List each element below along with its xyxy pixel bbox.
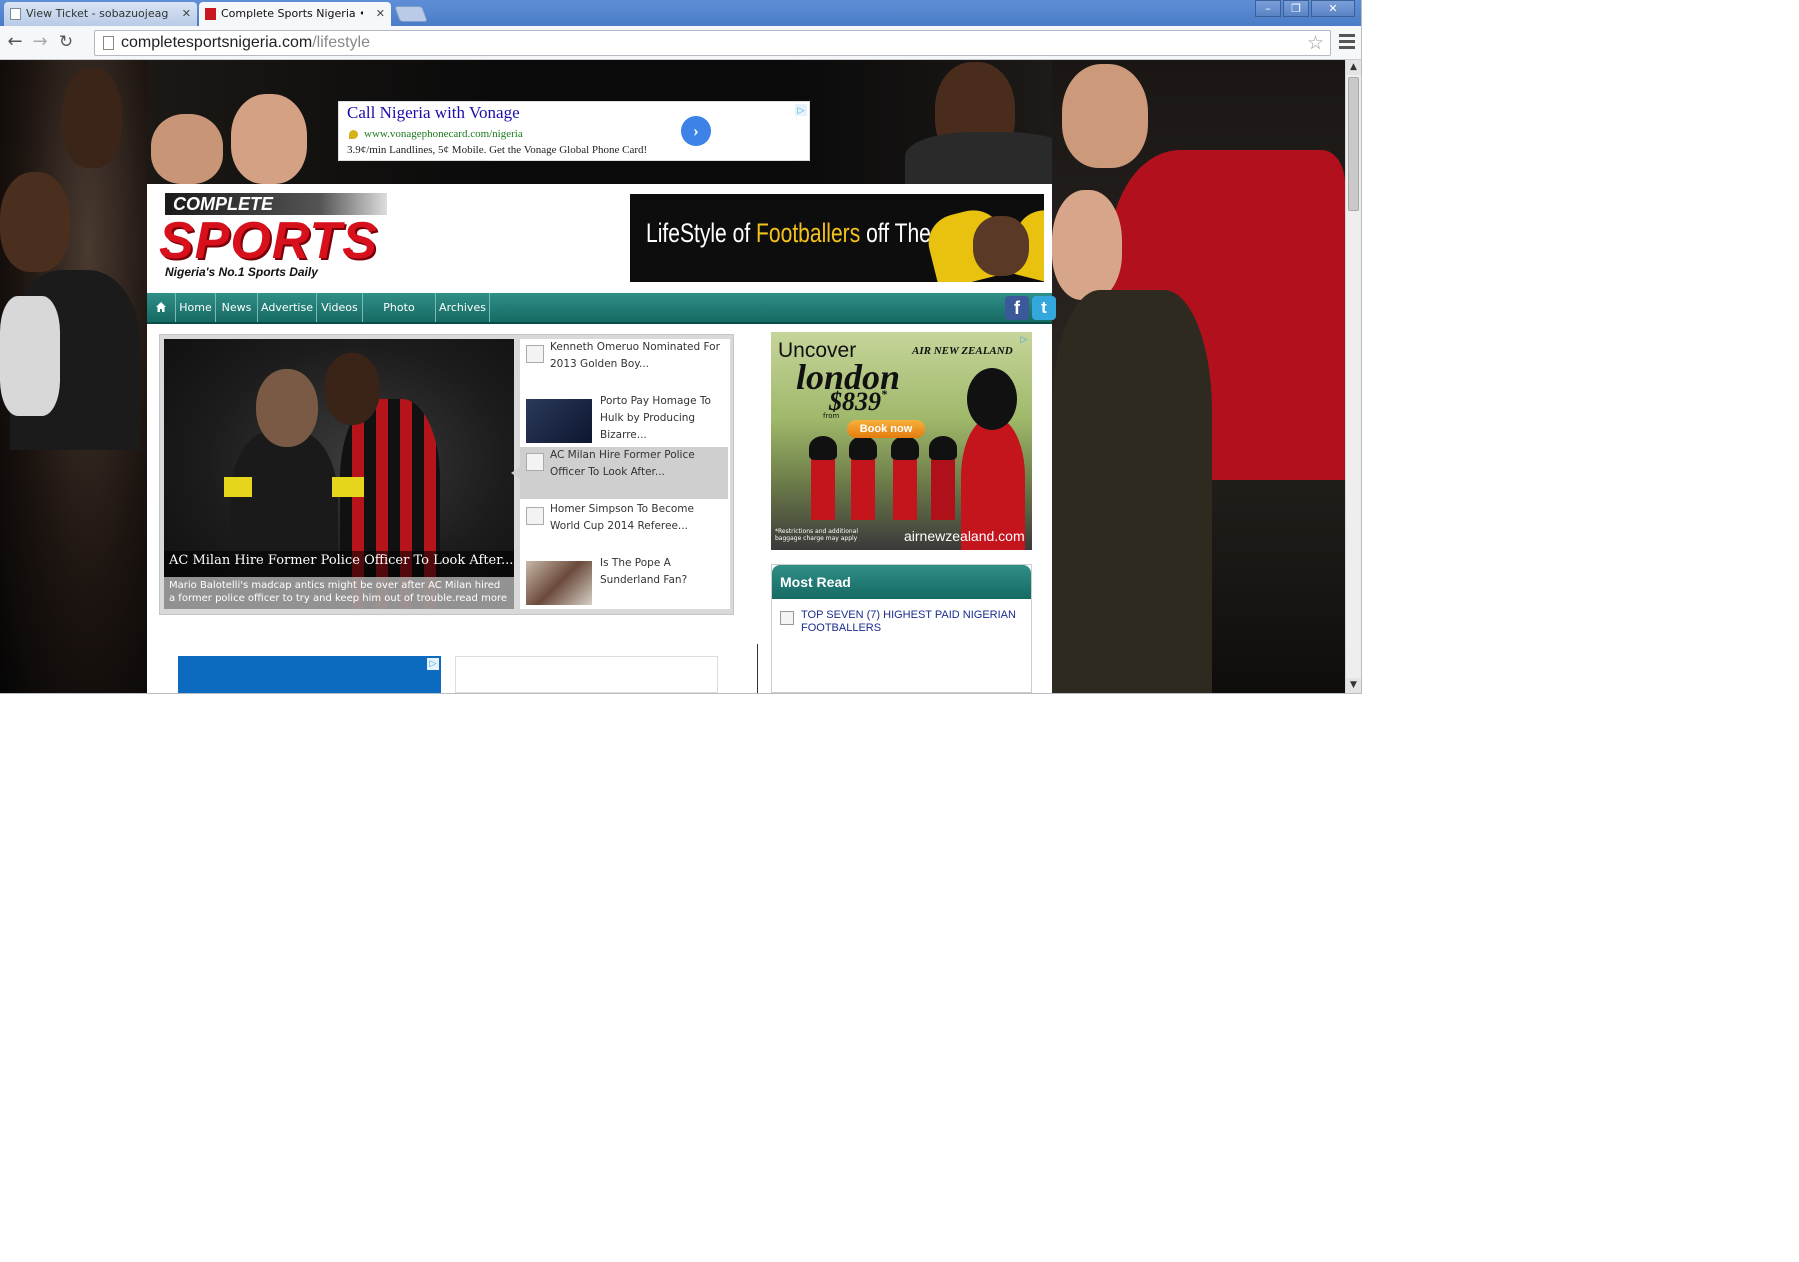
page-viewport: Call Nigeria with Vonage www.vonagephone…: [0, 60, 1345, 693]
broken-image-icon: [526, 453, 544, 471]
forward-arrow-icon[interactable]: →: [29, 32, 51, 54]
site-logo[interactable]: COMPLETE SPORTS Nigeria's No.1 Sports Da…: [157, 193, 407, 279]
most-read-link[interactable]: TOP SEVEN (7) HIGHEST PAID NIGERIAN FOOT…: [801, 609, 1021, 635]
most-read-heading: Most Read: [772, 565, 1031, 599]
new-tab-button[interactable]: [394, 6, 428, 22]
ad-fine-print: *Restrictions and additional baggage cha…: [775, 528, 859, 542]
scroll-thumb[interactable]: [1348, 77, 1359, 211]
slider-item[interactable]: Kenneth Omeruo Nominated For 2013 Golden…: [520, 339, 728, 389]
site-container: COMPLETE SPORTS Nigeria's No.1 Sports Da…: [147, 184, 1056, 693]
back-arrow-icon[interactable]: ←: [4, 32, 26, 54]
nav-archives[interactable]: Archives: [436, 293, 490, 322]
thumbnail-image: [526, 561, 592, 605]
slider-item[interactable]: Is The Pope A Sunderland Fan?: [520, 555, 728, 607]
adchoices-icon[interactable]: ▷: [1018, 334, 1030, 346]
broken-image-icon: [526, 507, 544, 525]
vonage-text-ad[interactable]: Call Nigeria with Vonage www.vonagephone…: [338, 101, 810, 161]
logo-tagline: Nigeria's No.1 Sports Daily: [165, 265, 318, 279]
tab-strip: View Ticket - sobazuojeagb ✕ Complete Sp…: [0, 0, 1361, 26]
lifestyle-banner: LifeStyle of Footballers off The Pitch: [630, 194, 1044, 282]
window-controls: – ❐ ✕: [1255, 0, 1355, 18]
broken-image-icon: [780, 611, 794, 625]
url-text[interactable]: completesportsnigeria.com/lifestyle: [121, 34, 370, 52]
featured-image[interactable]: AC Milan Hire Former Police Officer To L…: [164, 339, 514, 609]
nav-videos[interactable]: Videos: [317, 293, 363, 322]
ad-from-text: from: [823, 412, 840, 420]
scroll-up-arrow-icon[interactable]: ▲: [1346, 60, 1361, 75]
background-players-left: [0, 60, 147, 693]
thumbnail-image: [526, 399, 592, 443]
twitter-icon[interactable]: t: [1032, 296, 1056, 320]
sports-favicon-icon: [205, 8, 216, 20]
air-new-zealand-ad[interactable]: Uncover london $839* from AIR NEW ZEALAN…: [771, 332, 1032, 550]
close-window-button[interactable]: ✕: [1311, 0, 1355, 17]
slider-item[interactable]: Homer Simpson To Become World Cup 2014 R…: [520, 501, 728, 551]
scroll-down-arrow-icon[interactable]: ▼: [1346, 678, 1361, 693]
menu-icon[interactable]: [1339, 34, 1355, 52]
nav-advertise[interactable]: Advertise: [258, 293, 317, 322]
ad-description: 3.9¢/min Landlines, 5¢ Mobile. Get the V…: [347, 144, 648, 156]
adchoices-icon[interactable]: ▷: [427, 658, 439, 670]
featured-description: Mario Balotelli's madcap antics might be…: [164, 577, 514, 609]
vertical-scrollbar[interactable]: ▲ ▼: [1345, 60, 1361, 693]
main-nav: Home News Advertise Videos Photo gallery…: [147, 293, 1056, 343]
slider-item[interactable]: Porto Pay Homage To Hulk by Producing Bi…: [520, 393, 728, 445]
browser-window: View Ticket - sobazuojeagb ✕ Complete Sp…: [0, 0, 1362, 694]
page-icon: [103, 36, 114, 50]
minimize-button[interactable]: –: [1255, 0, 1281, 17]
home-icon: [156, 302, 166, 312]
ad-url[interactable]: www.vonagephonecard.com/nigeria: [364, 128, 523, 140]
tab-view-ticket[interactable]: View Ticket - sobazuojeagb ✕: [4, 2, 197, 26]
bottom-content-box: [455, 656, 718, 693]
location-pin-icon: [349, 130, 358, 139]
slider-item-selected[interactable]: AC Milan Hire Former Police Officer To L…: [520, 447, 728, 499]
book-now-button[interactable]: Book now: [847, 420, 925, 438]
broken-image-icon: [526, 345, 544, 363]
page-favicon-icon: [10, 8, 21, 20]
facebook-icon[interactable]: f: [1005, 296, 1029, 320]
most-read-widget: Most Read TOP SEVEN (7) HIGHEST PAID NIG…: [771, 564, 1032, 693]
selected-pointer-icon: [511, 467, 520, 479]
nav-home[interactable]: Home: [176, 293, 216, 322]
tab-title: View Ticket - sobazuojeagb: [26, 7, 168, 20]
address-bar[interactable]: completesportsnigeria.com/lifestyle ☆: [94, 30, 1331, 56]
featured-slider: AC Milan Hire Former Police Officer To L…: [159, 334, 734, 615]
tab-complete-sports[interactable]: Complete Sports Nigeria • Lif ✕: [199, 2, 391, 26]
featured-caption: AC Milan Hire Former Police Officer To L…: [164, 551, 514, 609]
background-players-right: [1052, 60, 1345, 693]
browser-toolbar: ← → ↻ completesportsnigeria.com/lifestyl…: [0, 26, 1361, 60]
nav-home-icon-button[interactable]: [147, 293, 176, 322]
ad-arrow-icon[interactable]: ›: [681, 116, 711, 146]
keeper-face-image: [973, 216, 1029, 276]
bottom-ad-banner[interactable]: ▷: [178, 656, 441, 693]
nav-photo-gallery[interactable]: Photo gallery: [363, 293, 436, 343]
restore-button[interactable]: ❐: [1283, 0, 1309, 17]
column-divider: [757, 644, 758, 693]
nav-news[interactable]: News: [216, 293, 258, 322]
slider-list: Kenneth Omeruo Nominated For 2013 Golden…: [520, 339, 730, 609]
tab-title: Complete Sports Nigeria • Lif: [221, 7, 363, 20]
featured-title[interactable]: AC Milan Hire Former Police Officer To L…: [169, 553, 513, 568]
star-icon[interactable]: ☆: [1307, 32, 1324, 54]
tab-close-icon[interactable]: ✕: [182, 2, 191, 26]
ad-title[interactable]: Call Nigeria with Vonage: [347, 103, 520, 123]
logo-main-text: SPORTS: [159, 212, 378, 270]
adchoices-icon[interactable]: ▷: [795, 104, 807, 116]
ad-site-url[interactable]: airnewzealand.com: [904, 528, 1025, 544]
reload-icon[interactable]: ↻: [55, 32, 77, 54]
tab-close-icon[interactable]: ✕: [376, 2, 385, 26]
ad-airline-name: AIR NEW ZEALAND: [912, 345, 1013, 357]
